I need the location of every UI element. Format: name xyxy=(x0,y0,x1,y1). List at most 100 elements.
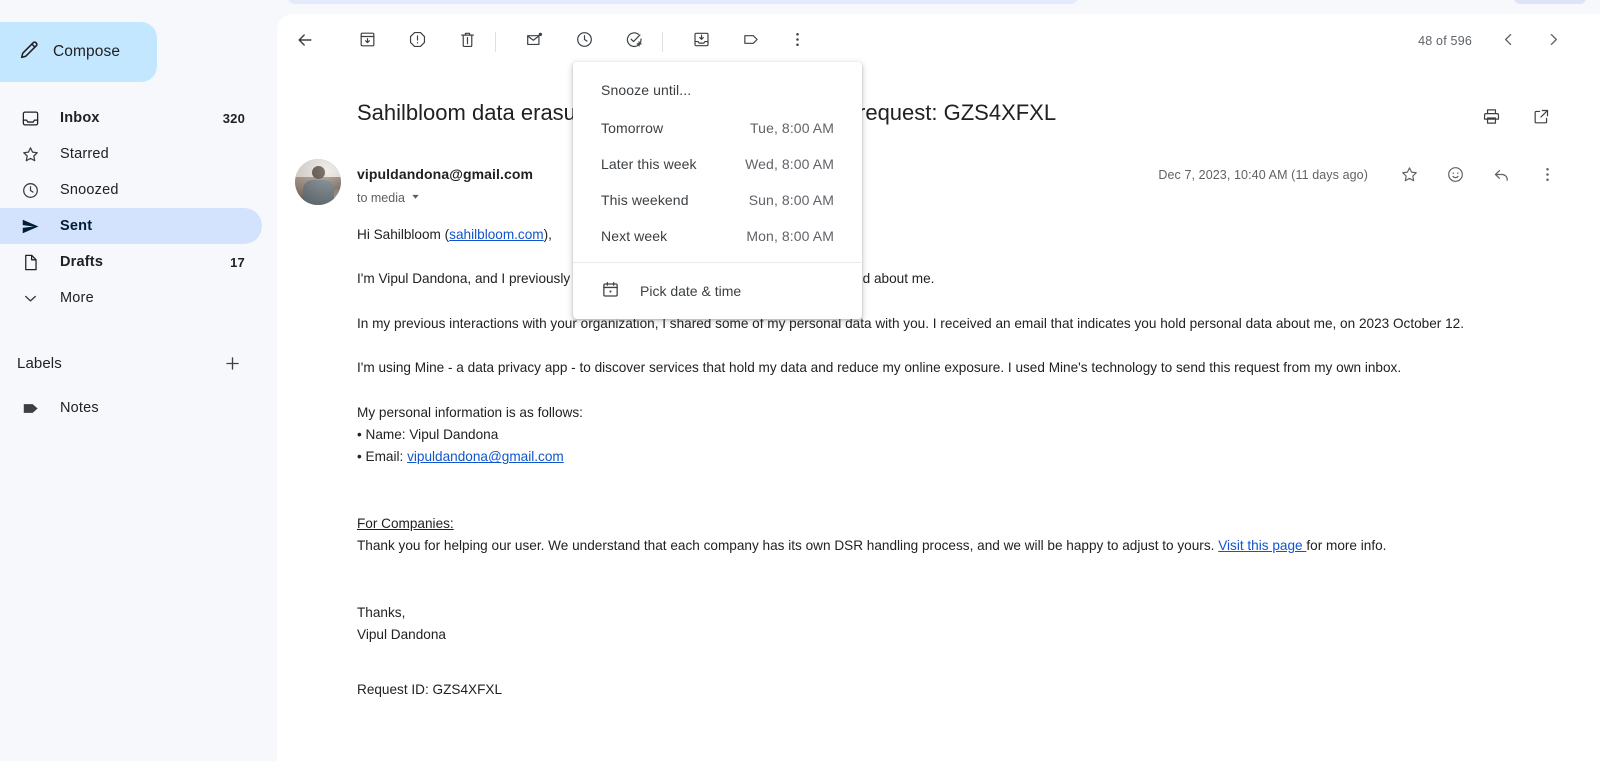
snooze-option-tomorrow[interactable]: Tomorrow Tue, 8:00 AM xyxy=(573,110,862,146)
clock-icon xyxy=(19,181,41,200)
caret-down-icon xyxy=(410,191,421,205)
sahilbloom-link[interactable]: sahilbloom.com xyxy=(449,227,543,242)
snooze-button[interactable] xyxy=(566,24,602,60)
star-icon xyxy=(19,145,41,164)
chevron-down-icon xyxy=(19,289,41,308)
body-greeting: Hi Sahilbloom (sahilbloom.com), xyxy=(357,224,1580,246)
calendar-icon xyxy=(601,280,620,302)
message-actions xyxy=(1394,162,1562,192)
labels-list: Notes xyxy=(0,390,262,426)
snooze-menu-title: Snooze until... xyxy=(601,82,692,98)
sidebar-item-more[interactable]: More xyxy=(0,280,262,316)
sidebar-item-drafts[interactable]: Drafts 17 xyxy=(0,244,262,280)
chevron-right-icon xyxy=(1545,31,1562,53)
sidebar-label-notes[interactable]: Notes xyxy=(0,390,262,426)
sidebar-item-label: Snoozed xyxy=(60,182,119,198)
move-to-button[interactable] xyxy=(683,24,719,60)
sidebar-item-label: More xyxy=(60,290,94,306)
plus-icon[interactable] xyxy=(223,354,262,373)
toolbar-divider xyxy=(662,32,663,52)
back-button[interactable] xyxy=(287,24,323,60)
body-paragraph-3: I'm using Mine - a data privacy app - to… xyxy=(357,360,1402,376)
body-info-name: • Name: Vipul Dandona xyxy=(357,427,499,443)
email-label: • Email: xyxy=(357,449,408,465)
label-tag-icon xyxy=(742,30,761,54)
sidebar-item-snoozed[interactable]: Snoozed xyxy=(0,172,262,208)
snooze-dropdown-menu: Snooze until... Tomorrow Tue, 8:00 AM La… xyxy=(573,62,862,319)
previous-message-button[interactable] xyxy=(1490,24,1526,60)
add-reaction-button[interactable] xyxy=(1440,162,1470,192)
greeting-prefix: Hi Sahilbloom ( xyxy=(357,227,450,242)
open-in-new-window-button[interactable] xyxy=(1526,104,1556,134)
sidebar-item-starred[interactable]: Starred xyxy=(0,136,262,172)
sidebar-item-label: Inbox xyxy=(60,110,100,126)
message-date: Dec 7, 2023, 10:40 AM (11 days ago) xyxy=(1158,168,1368,182)
trash-icon xyxy=(458,30,477,54)
message-more-button[interactable] xyxy=(1532,162,1562,192)
sidebar: Compose Inbox 320 Starred Snoozed Sent D… xyxy=(0,0,277,761)
open-in-new-icon xyxy=(1532,107,1551,131)
recipient-row[interactable]: to media xyxy=(357,191,421,205)
visit-this-page-link[interactable]: Visit this page xyxy=(1218,538,1306,553)
labels-button[interactable] xyxy=(733,24,769,60)
send-icon xyxy=(19,217,41,236)
sidebar-item-sent[interactable]: Sent xyxy=(0,208,262,244)
snooze-option-later-this-week[interactable]: Later this week Wed, 8:00 AM xyxy=(573,146,862,182)
message-header-actions xyxy=(1476,104,1556,134)
more-options-button[interactable] xyxy=(779,24,815,60)
star-button[interactable] xyxy=(1394,162,1424,192)
mark-unread-button[interactable] xyxy=(516,24,552,60)
sidebar-label-text: Notes xyxy=(60,400,99,416)
reply-button[interactable] xyxy=(1486,162,1516,192)
draft-icon xyxy=(19,253,41,272)
body-paragraph-1: I'm Vipul Dandona, and I previously aske… xyxy=(357,271,935,287)
snooze-option-label: This weekend xyxy=(601,192,689,208)
delete-button[interactable] xyxy=(449,24,485,60)
labels-title: Labels xyxy=(17,354,62,372)
gmail-app: Compose Inbox 320 Starred Snoozed Sent D… xyxy=(0,0,1600,761)
body-signature-name: Vipul Dandona xyxy=(357,627,446,643)
sender-email: vipuldandona@gmail.com xyxy=(357,166,534,182)
message-panel: 48 of 596 Sahilbloom data erasure reques… xyxy=(277,14,1600,761)
reply-icon xyxy=(1492,165,1511,189)
body-companies-heading: For Companies: xyxy=(357,515,454,531)
body-paragraph-2: In my previous interactions with your or… xyxy=(357,315,1465,331)
clock-icon xyxy=(575,30,594,54)
snooze-option-this-weekend[interactable]: This weekend Sun, 8:00 AM xyxy=(573,182,862,218)
star-icon xyxy=(1400,165,1419,189)
snooze-option-next-week[interactable]: Next week Mon, 8:00 AM xyxy=(573,218,862,254)
mark-unread-icon xyxy=(525,30,544,54)
next-message-button[interactable] xyxy=(1535,24,1571,60)
message-counter: 48 of 596 xyxy=(1418,34,1472,48)
more-vert-icon xyxy=(1538,165,1557,189)
print-button[interactable] xyxy=(1476,104,1506,134)
pick-date-time-option[interactable]: Pick date & time xyxy=(573,271,862,311)
menu-divider xyxy=(573,262,862,263)
snooze-option-label: Later this week xyxy=(601,156,697,172)
arrow-back-icon xyxy=(295,30,315,55)
body-info-intro: My personal information is as follows: xyxy=(357,404,583,420)
snooze-option-label: Next week xyxy=(601,228,668,244)
add-to-tasks-button[interactable] xyxy=(616,24,652,60)
archive-button[interactable] xyxy=(349,24,385,60)
report-spam-icon xyxy=(408,30,427,54)
sidebar-item-count: 17 xyxy=(230,254,245,270)
sidebar-item-inbox[interactable]: Inbox 320 xyxy=(0,100,262,136)
report-spam-button[interactable] xyxy=(399,24,435,60)
companies-text-prefix: Thank you for helping our user. We under… xyxy=(357,538,1219,554)
sender-email-link[interactable]: vipuldandona@gmail.com xyxy=(407,449,564,464)
message-body: Hi Sahilbloom (sahilbloom.com), I'm Vipu… xyxy=(357,224,1580,702)
print-icon xyxy=(1482,107,1501,131)
sidebar-nav: Inbox 320 Starred Snoozed Sent Drafts 17… xyxy=(0,100,262,316)
snooze-option-time: Tue, 8:00 AM xyxy=(750,120,834,136)
compose-button[interactable]: Compose xyxy=(0,22,157,82)
sidebar-item-label: Sent xyxy=(60,218,93,234)
